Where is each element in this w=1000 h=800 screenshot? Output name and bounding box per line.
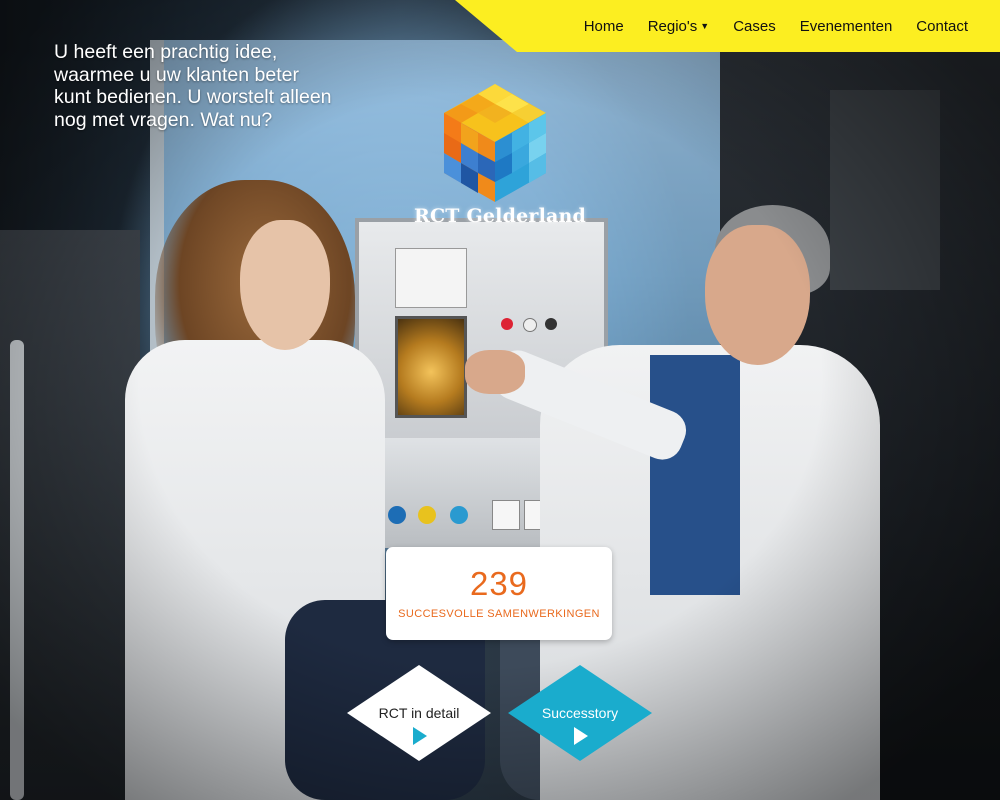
- hero-line: waarmee u uw klanten beter: [54, 63, 299, 86]
- play-icon: [413, 727, 427, 745]
- main-navigation: Home Regio's ▼ Cases Evenementen Contact: [455, 0, 1000, 52]
- hero-intro-text: U heeft een prachtig idee, waarmee u uw …: [54, 41, 354, 131]
- hero-line: U heeft een prachtig idee,: [54, 41, 278, 63]
- stat-card: 239 SUCCESVOLLE SAMENWERKINGEN: [386, 547, 612, 640]
- caret-down-icon: ▼: [700, 20, 710, 31]
- successtory-label: Successtory: [541, 705, 619, 721]
- nav-menu: Home Regio's ▼ Cases Evenementen Contact: [572, 0, 980, 52]
- nav-item-home[interactable]: Home: [572, 18, 636, 35]
- rct-in-detail-label: RCT in detail: [378, 705, 460, 721]
- stat-label: SUCCESVOLLE SAMENWERKINGEN: [398, 608, 600, 620]
- nav-item-regios-label: Regio's: [647, 17, 698, 35]
- nav-item-regios[interactable]: Regio's ▼: [636, 18, 721, 35]
- brand-name: RCT Gelderland: [413, 205, 586, 227]
- nav-item-cases[interactable]: Cases: [721, 18, 788, 35]
- stat-value: 239: [469, 565, 529, 602]
- nav-item-contact[interactable]: Contact: [904, 18, 980, 35]
- rct-cube-logo-icon[interactable]: [440, 82, 550, 204]
- hero-line: kunt bedienen. U worstelt alleen: [54, 86, 332, 108]
- hero-line: nog met vragen. Wat nu?: [54, 108, 273, 131]
- play-icon: [574, 727, 588, 745]
- nav-item-evenementen[interactable]: Evenementen: [788, 18, 905, 35]
